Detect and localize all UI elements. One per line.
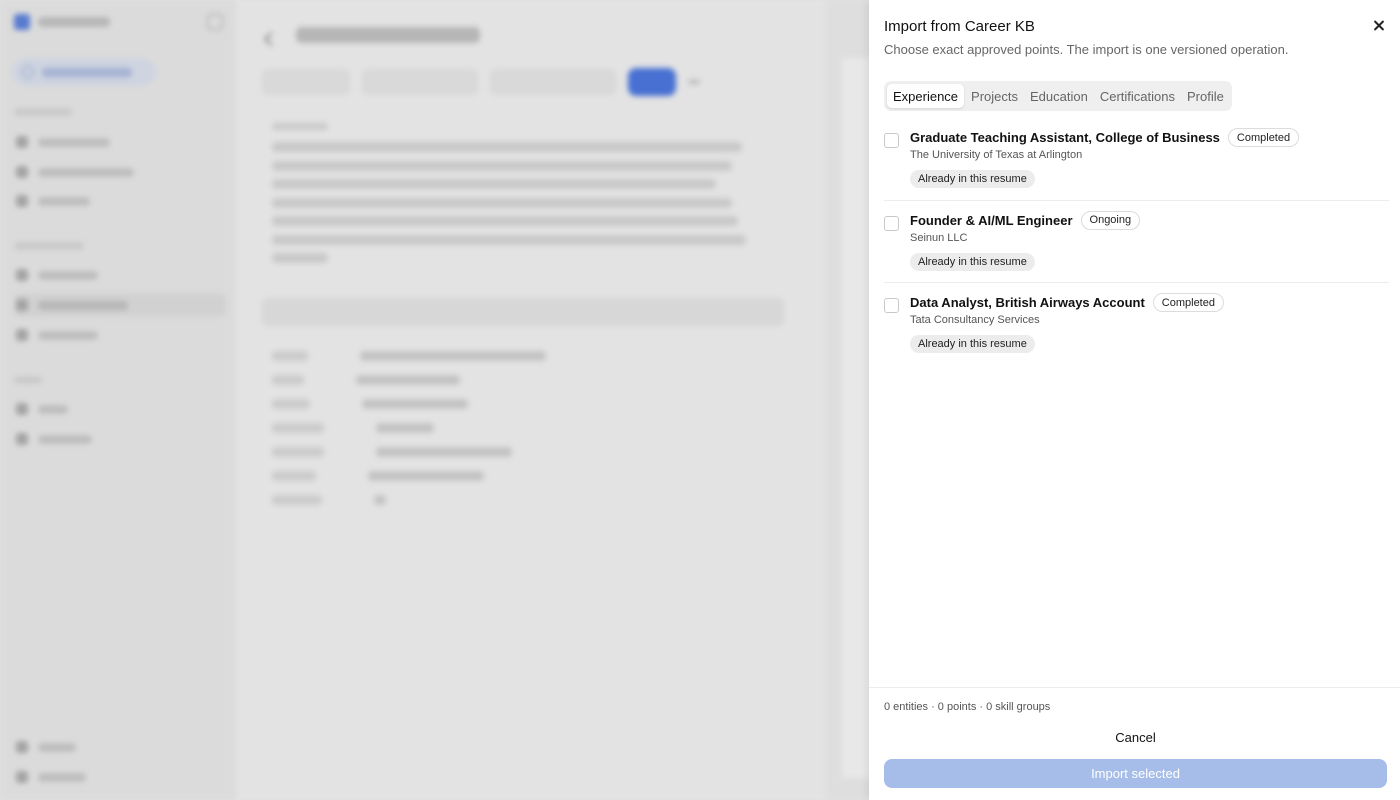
- tab-education[interactable]: Education: [1025, 84, 1093, 108]
- list-item: Graduate Teaching Assistant, College of …: [884, 118, 1389, 201]
- item-title: Founder & AI/ML Engineer: [910, 212, 1073, 228]
- item-header: Founder & AI/ML Engineer Ongoing: [910, 210, 1141, 230]
- item-organization: Seinun LLC: [910, 231, 968, 244]
- import-selected-button[interactable]: Import selected: [884, 759, 1387, 788]
- tab-certifications[interactable]: Certifications: [1095, 84, 1180, 108]
- item-header: Graduate Teaching Assistant, College of …: [910, 128, 1300, 147]
- cancel-button[interactable]: Cancel: [884, 725, 1387, 749]
- already-in-resume-badge: Already in this resume: [910, 252, 1035, 271]
- panel-title: Import from Career KB: [884, 18, 1035, 35]
- category-tabs: Experience Projects Education Certificat…: [884, 81, 1232, 111]
- status-badge: Completed: [1152, 293, 1224, 312]
- item-checkbox[interactable]: [884, 215, 899, 231]
- list-item: Founder & AI/ML Engineer Ongoing Seinun …: [884, 201, 1389, 283]
- close-icon[interactable]: [1369, 16, 1389, 36]
- entity-list: Graduate Teaching Assistant, College of …: [884, 118, 1389, 366]
- import-panel: Import from Career KB Choose exact appro…: [869, 0, 1400, 800]
- item-title: Graduate Teaching Assistant, College of …: [910, 130, 1220, 145]
- item-organization: Tata Consultancy Services: [910, 314, 1040, 326]
- panel-subtitle: Choose exact approved points. The import…: [884, 42, 1289, 57]
- selection-summary: 0 entities · 0 points · 0 skill groups: [884, 701, 1051, 713]
- tab-projects[interactable]: Projects: [966, 84, 1023, 108]
- already-in-resume-badge: Already in this resume: [910, 335, 1035, 353]
- list-item: Data Analyst, British Airways Account Co…: [884, 283, 1389, 366]
- status-badge: Ongoing: [1080, 210, 1141, 230]
- item-checkbox[interactable]: [884, 298, 899, 313]
- item-organization: The University of Texas at Arlington: [910, 149, 1083, 161]
- item-header: Data Analyst, British Airways Account Co…: [910, 293, 1224, 312]
- item-checkbox[interactable]: [884, 133, 899, 148]
- item-title: Data Analyst, British Airways Account: [910, 295, 1145, 310]
- status-badge: Completed: [1227, 128, 1300, 147]
- already-in-resume-badge: Already in this resume: [910, 170, 1035, 188]
- tab-experience[interactable]: Experience: [887, 84, 965, 108]
- tab-profile[interactable]: Profile: [1182, 84, 1229, 108]
- footer-divider: [869, 687, 1400, 688]
